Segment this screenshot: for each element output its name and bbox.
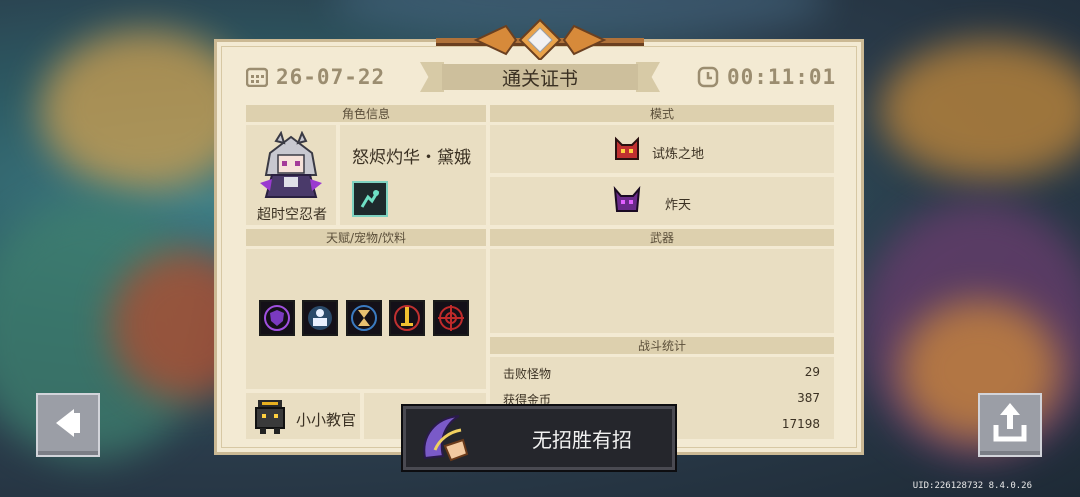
talents-section-header: 天赋/宠物/饮料 <box>246 229 486 246</box>
mode-row-2 <box>490 177 834 225</box>
share-icon <box>993 403 1027 442</box>
character-section-header: 角色信息 <box>246 105 486 122</box>
dash-skill-icon <box>352 181 388 217</box>
clear-time: 00:11:01 <box>727 65 837 89</box>
time-display: 00:11:01 <box>697 64 836 90</box>
character-name: 怒烬灼华・黛娥 <box>352 148 471 168</box>
weapons-panel <box>490 249 834 333</box>
sword-buff-icon <box>389 300 425 336</box>
mode-label-2: 炸天 <box>665 198 692 213</box>
back-button[interactable] <box>36 393 100 457</box>
weapons-section-header: 武器 <box>490 229 834 246</box>
calendar-icon <box>246 67 268 87</box>
date-display: 26-07-22 <box>246 64 385 90</box>
shield-buff-icon <box>259 300 295 336</box>
pet-name: 小小教官 <box>296 411 357 429</box>
mode-label-1: 试炼之地 <box>652 147 705 162</box>
meditation-buff-icon <box>302 300 338 336</box>
certificate-title: 通关证书 <box>501 67 578 90</box>
certificate-crest-ornament <box>436 18 644 60</box>
back-arrow-icon <box>56 409 80 437</box>
skill-name: 无招胜有招 <box>532 427 632 452</box>
character-portrait <box>260 131 322 198</box>
crescent-blade-icon <box>423 415 469 462</box>
pet-instructor-icon <box>255 400 285 434</box>
red-demon-helmet-icon <box>615 136 639 160</box>
mode-section-header: 模式 <box>490 105 834 122</box>
clock-icon <box>697 66 719 88</box>
hourglass-buff-icon <box>346 300 382 336</box>
character-portrait-panel: 超时空忍者 <box>246 125 336 225</box>
clear-date: 26-07-22 <box>276 65 386 89</box>
stats-section-header: 战斗统计 <box>490 337 834 354</box>
skill-unlock-banner: 无招胜有招 <box>401 404 677 472</box>
uid-version-text: UID:226128732 8.4.0.26 <box>912 481 1032 491</box>
title-ribbon: 通关证书 <box>420 60 660 94</box>
character-class: 超时空忍者 <box>257 207 327 223</box>
share-button[interactable] <box>978 393 1042 457</box>
crosshair-buff-icon <box>433 300 469 336</box>
purple-horned-mask-icon <box>613 186 641 212</box>
stat-row-kills: 击败怪物 29 <box>503 365 820 381</box>
